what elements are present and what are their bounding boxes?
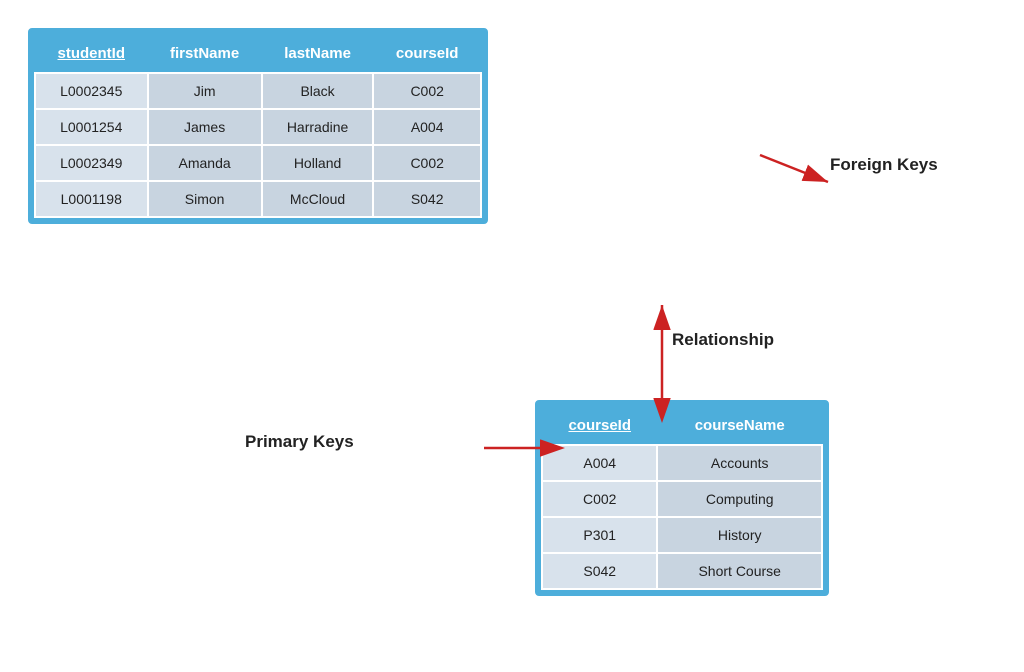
table-cell: James	[148, 109, 262, 145]
student-col-lastname: lastName	[262, 35, 374, 74]
table-cell: C002	[373, 73, 481, 109]
primary-keys-label: Primary Keys	[245, 432, 354, 452]
table-row: L0002345JimBlackC002	[35, 73, 481, 109]
relationship-label: Relationship	[672, 330, 774, 350]
table-cell: Jim	[148, 73, 262, 109]
table-cell: Short Course	[657, 553, 821, 589]
table-cell: History	[657, 517, 821, 553]
table-row: S042Short Course	[542, 553, 822, 589]
table-row: L0001254JamesHarradineA004	[35, 109, 481, 145]
table-cell: L0002345	[35, 73, 148, 109]
student-table-wrapper: studentId firstName lastName courseId L0…	[28, 28, 488, 224]
table-cell: L0001198	[35, 181, 148, 217]
student-col-firstname: firstName	[148, 35, 262, 74]
course-table-wrapper: courseId courseName A004AccountsC002Comp…	[535, 400, 829, 596]
table-cell: Harradine	[262, 109, 374, 145]
course-col-coursename: courseName	[657, 407, 821, 446]
table-cell: Simon	[148, 181, 262, 217]
table-cell: Black	[262, 73, 374, 109]
table-row: L0001198SimonMcCloudS042	[35, 181, 481, 217]
student-table: studentId firstName lastName courseId L0…	[34, 34, 482, 218]
table-cell: McCloud	[262, 181, 374, 217]
foreign-keys-label: Foreign Keys	[830, 155, 938, 175]
table-cell: Amanda	[148, 145, 262, 181]
table-row: C002Computing	[542, 481, 822, 517]
table-cell: C002	[373, 145, 481, 181]
table-row: A004Accounts	[542, 445, 822, 481]
table-cell: S042	[542, 553, 657, 589]
table-row: L0002349AmandaHollandC002	[35, 145, 481, 181]
table-row: P301History	[542, 517, 822, 553]
table-cell: Holland	[262, 145, 374, 181]
table-cell: C002	[542, 481, 657, 517]
table-cell: Computing	[657, 481, 821, 517]
table-cell: P301	[542, 517, 657, 553]
table-cell: S042	[373, 181, 481, 217]
table-cell: A004	[373, 109, 481, 145]
course-col-courseid: courseId	[542, 407, 657, 446]
student-col-courseid: courseId	[373, 35, 481, 74]
table-cell: L0001254	[35, 109, 148, 145]
table-cell: A004	[542, 445, 657, 481]
student-col-studentid: studentId	[35, 35, 148, 74]
diagram-container: studentId firstName lastName courseId L0…	[0, 0, 1024, 672]
table-cell: Accounts	[657, 445, 821, 481]
course-table: courseId courseName A004AccountsC002Comp…	[541, 406, 823, 590]
table-cell: L0002349	[35, 145, 148, 181]
